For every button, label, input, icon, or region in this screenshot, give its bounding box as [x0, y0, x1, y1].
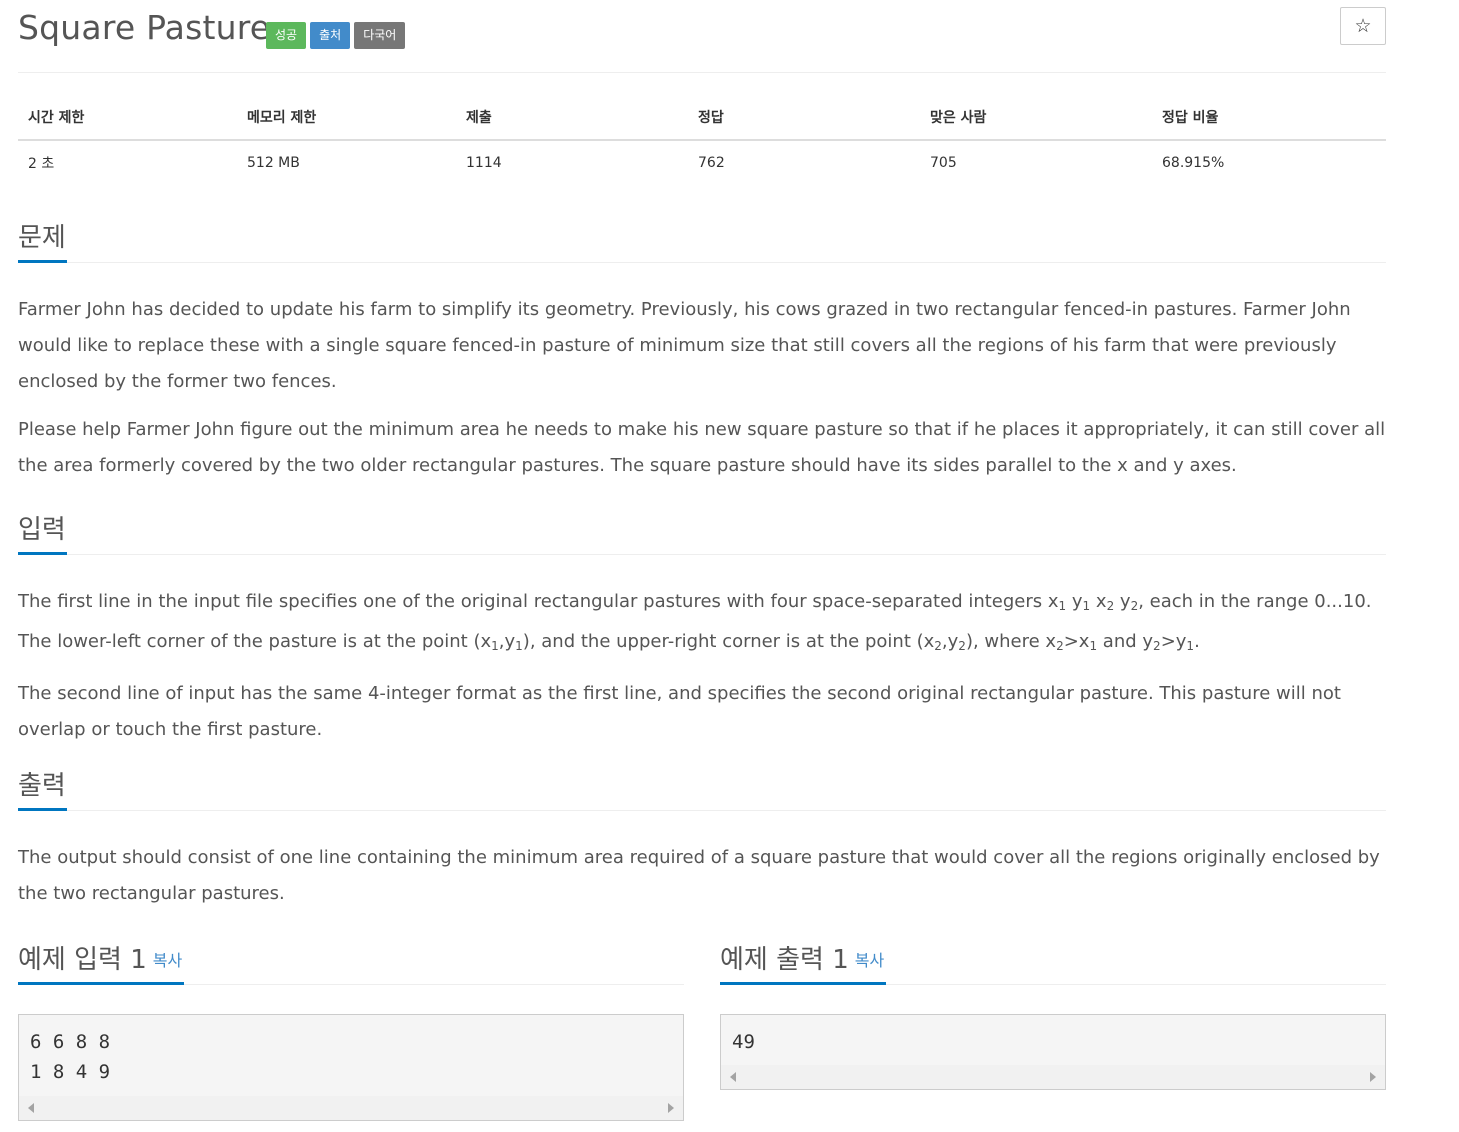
sample-input-box[interactable]: 6 6 8 8 1 8 4 9 [18, 1014, 684, 1121]
output-heading-bar: 출력 [18, 764, 1386, 811]
output-heading: 출력 [18, 771, 66, 801]
value-submissions[interactable]: 1114 [456, 140, 688, 184]
problem-page: Square Pasture 성공 출처 다국어 ☆ 시간 제한 메모리 제한 … [18, 0, 1386, 1121]
heading-underline [18, 808, 67, 811]
sample-output-heading-bar: 예제 출력 1 복사 [720, 938, 1386, 985]
description-heading: 문제 [18, 223, 66, 253]
output-paragraph: The output should consist of one line co… [18, 847, 1380, 904]
header-submissions: 제출 [456, 95, 688, 141]
sample-input-heading: 예제 입력 1 복사 [18, 945, 183, 975]
horizontal-scrollbar[interactable] [721, 1065, 1385, 1089]
output-section: 출력 The output should consist of one line… [18, 764, 1386, 924]
sample-input-code: 6 6 8 8 1 8 4 9 [30, 1031, 111, 1083]
header-memory-limit: 메모리 제한 [237, 95, 456, 141]
copy-sample-output-button[interactable]: 복사 [855, 951, 884, 970]
input-section: 입력 The first line in the input file spec… [18, 508, 1386, 760]
sample-output-section: 예제 출력 1 복사 49 [720, 938, 1386, 1090]
star-button[interactable]: ☆ [1340, 7, 1386, 45]
input-paragraph: The second line of input has the same 4-… [18, 683, 1341, 740]
sample-output-box[interactable]: 49 [720, 1014, 1386, 1090]
description-heading-bar: 문제 [18, 216, 1386, 263]
value-accept-ratio: 68.915% [1162, 154, 1225, 171]
copy-sample-input-button[interactable]: 복사 [153, 951, 182, 970]
heading-underline [18, 982, 184, 985]
description-paragraph: Farmer John has decided to update his fa… [18, 299, 1351, 392]
header-solved-users: 맞은 사람 [920, 95, 1152, 141]
scroll-right-icon[interactable] [1370, 1072, 1376, 1082]
value-solved-users[interactable]: 705 [920, 140, 1152, 184]
scroll-right-icon[interactable] [668, 1103, 674, 1113]
label-multilang[interactable]: 다국어 [354, 22, 406, 49]
info-header-row: 시간 제한 메모리 제한 제출 정답 맞은 사람 정답 비율 [18, 95, 1386, 141]
output-body: The output should consist of one line co… [18, 840, 1386, 912]
heading-underline [18, 552, 67, 555]
problem-info-table: 시간 제한 메모리 제한 제출 정답 맞은 사람 정답 비율 2 초 512 M… [18, 95, 1386, 184]
header-time-limit: 시간 제한 [18, 95, 237, 141]
input-heading: 입력 [18, 515, 66, 545]
heading-underline [720, 982, 886, 985]
header-accepted: 정답 [688, 95, 920, 141]
sample-output-heading: 예제 출력 1 복사 [720, 945, 885, 975]
value-memory-limit: 512 MB [247, 154, 300, 171]
heading-underline [18, 260, 67, 263]
info-value-row: 2 초 512 MB 1114 762 705 68.915% [18, 140, 1386, 184]
value-time-limit: 2 초 [28, 155, 55, 172]
description-body: Farmer John has decided to update his fa… [18, 292, 1386, 484]
star-icon: ☆ [1354, 15, 1372, 37]
sample-input-heading-bar: 예제 입력 1 복사 [18, 938, 684, 985]
value-accepted[interactable]: 762 [688, 140, 920, 184]
label-source[interactable]: 출처 [310, 22, 351, 49]
description-paragraph: Please help Farmer John figure out the m… [18, 419, 1386, 476]
horizontal-scrollbar[interactable] [19, 1096, 683, 1120]
header-accept-ratio: 정답 비율 [1152, 95, 1386, 141]
sample-output-code: 49 [732, 1031, 755, 1053]
label-success[interactable]: 성공 [266, 22, 307, 49]
input-paragraph: The first line in the input file specifi… [18, 591, 1372, 653]
sample-input-section: 예제 입력 1 복사 6 6 8 8 1 8 4 9 [18, 938, 684, 1121]
problem-labels: 성공 출처 다국어 [266, 22, 406, 49]
scroll-left-icon[interactable] [730, 1072, 736, 1082]
input-body: The first line in the input file specifi… [18, 584, 1386, 748]
input-heading-bar: 입력 [18, 508, 1386, 555]
problem-header: Square Pasture 성공 출처 다국어 ☆ [18, 0, 1386, 73]
problem-title: Square Pasture [18, 8, 271, 47]
scroll-left-icon[interactable] [28, 1103, 34, 1113]
description-section: 문제 Farmer John has decided to update his… [18, 216, 1386, 496]
